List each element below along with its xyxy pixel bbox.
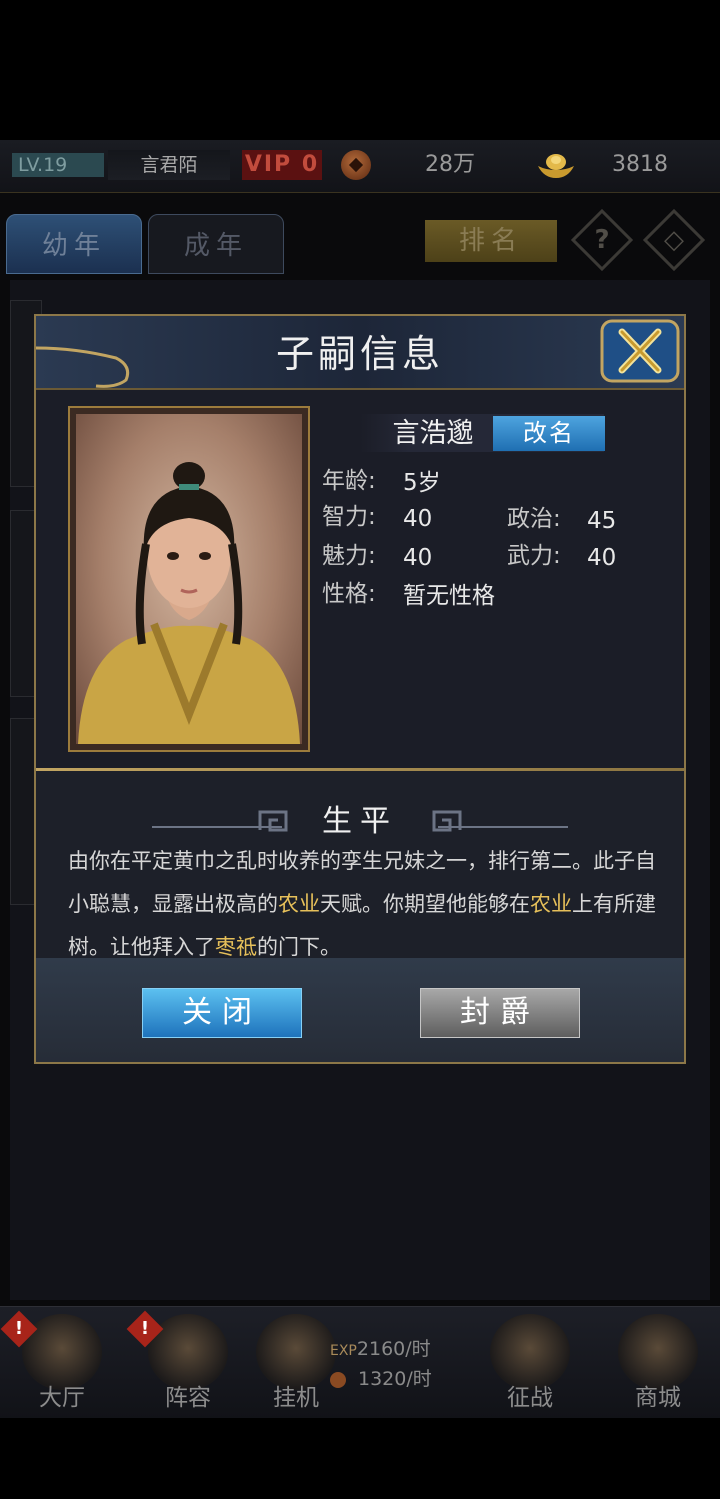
close-button[interactable]: 关闭: [142, 988, 302, 1038]
trait-value: 暂无性格: [403, 583, 495, 609]
vip-badge[interactable]: VIP 0: [242, 150, 322, 180]
age-value: 5岁: [403, 470, 441, 496]
child-figure-icon: [78, 462, 300, 744]
gold-ingot-icon: [538, 154, 574, 178]
tab-young[interactable]: 幼年: [6, 214, 142, 274]
crossed-swords-icon: [490, 1314, 570, 1390]
trait-label: 性格:: [322, 581, 376, 607]
fret-ornament-icon: [258, 810, 288, 832]
exp-rate: 2160/时: [356, 1338, 431, 1360]
nav-lineup[interactable]: ! 阵容: [126, 1310, 248, 1418]
coin-amount: 28万: [425, 152, 475, 177]
nav-lineup-label: 阵容: [165, 1385, 211, 1411]
ornament-icon: [36, 346, 130, 388]
politics-label: 政治:: [507, 506, 561, 532]
highlight-mentor: 枣祗: [215, 935, 257, 959]
martial-label: 武力:: [507, 543, 561, 569]
coin-icon: [330, 1371, 346, 1388]
child-name: 言浩邈: [392, 418, 474, 449]
intelligence-label: 智力:: [322, 504, 376, 530]
nav-hall[interactable]: ! 大厅: [0, 1310, 122, 1418]
politics-value: 45: [587, 508, 617, 534]
nav-shop[interactable]: 商城: [598, 1310, 718, 1418]
bio-text: 由你在平定黄巾之乱时收养的孪生兄妹之一，排行第二。此子自小聪慧，显露出极高的农业…: [68, 849, 656, 959]
dialog-footer: [36, 958, 684, 1062]
level-label: LV.19: [12, 153, 104, 177]
dialog-title: 子嗣信息: [275, 332, 444, 376]
help-icon: ?: [594, 225, 610, 255]
nav-battle-label: 征战: [507, 1385, 553, 1411]
highlight-skill: 农业: [530, 892, 572, 916]
exp-icon: EXP: [330, 1343, 357, 1359]
bottom-blank-area: [0, 1418, 720, 1499]
hourglass-icon: [256, 1314, 336, 1390]
rename-button[interactable]: 改名: [493, 416, 605, 451]
coin-rate: 1320/时: [358, 1368, 432, 1390]
top-blank-area: [0, 0, 720, 140]
copper-coin-icon: [341, 150, 371, 180]
martial-value: 40: [587, 545, 617, 571]
alert-icon: !: [0, 1310, 38, 1348]
nav-battle[interactable]: 征战: [470, 1310, 590, 1418]
treasure-chest-icon: [618, 1314, 698, 1390]
help-button[interactable]: ?: [570, 208, 634, 272]
highlight-skill: 农业: [278, 892, 320, 916]
menu-button[interactable]: ◇: [642, 208, 706, 272]
bio-title: 生平: [322, 804, 398, 839]
charm-label: 魅力:: [322, 543, 376, 569]
idle-rates: EXP2160/时 1320/时: [330, 1334, 450, 1394]
child-portrait: [76, 414, 302, 744]
player-name: 言君陌: [108, 150, 230, 180]
age-label: 年龄:: [322, 468, 376, 494]
fret-ornament-icon: [432, 810, 462, 832]
nav-hall-label: 大厅: [39, 1385, 85, 1411]
nav-shop-label: 商城: [635, 1385, 681, 1411]
diamond-menu-icon: ◇: [664, 225, 684, 255]
ennoble-button[interactable]: 封爵: [420, 988, 580, 1038]
rank-button[interactable]: 排名: [425, 220, 557, 262]
charm-value: 40: [403, 545, 433, 571]
intelligence-value: 40: [403, 506, 433, 532]
tab-adult[interactable]: 成年: [148, 214, 284, 274]
close-icon[interactable]: [596, 318, 682, 384]
alert-icon: !: [126, 1310, 164, 1348]
ingot-amount: 3818: [612, 152, 668, 177]
